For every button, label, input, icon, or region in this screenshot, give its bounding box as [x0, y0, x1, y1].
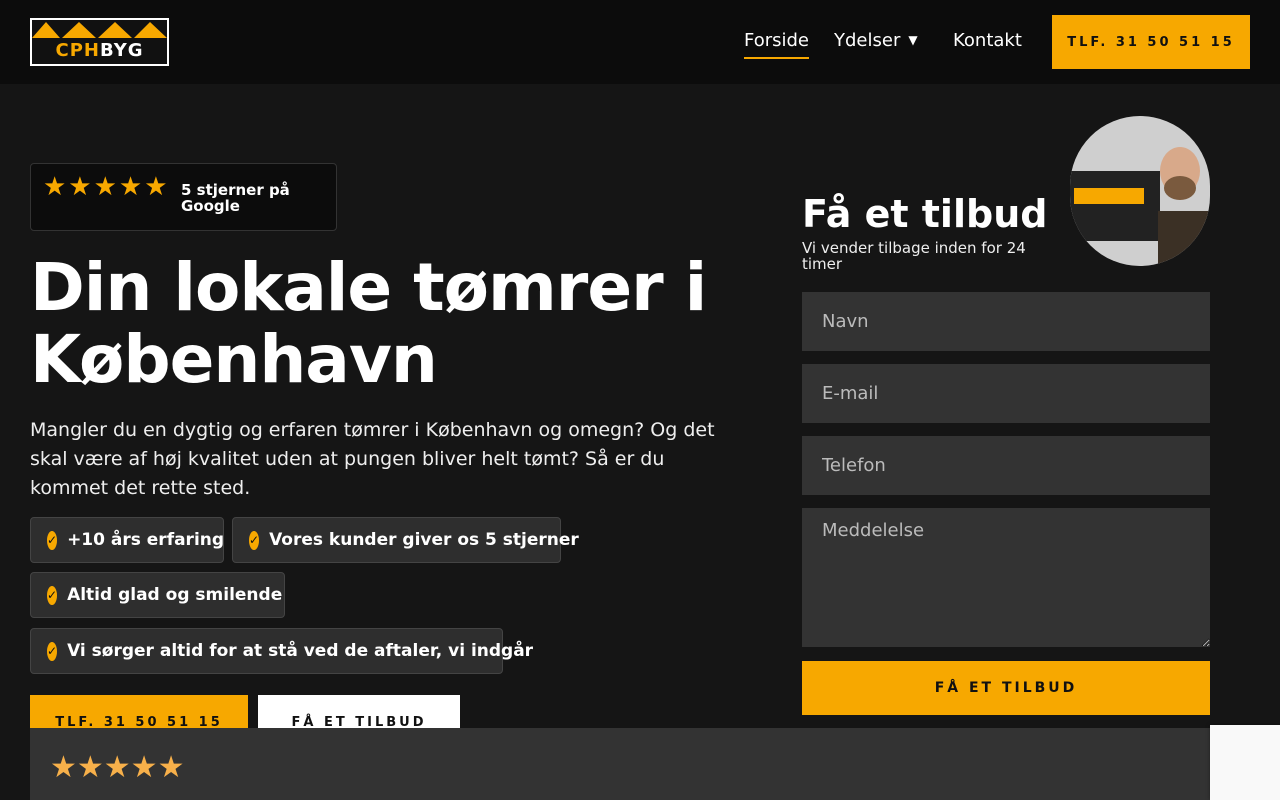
- hero-title: Din lokale tømrer i København: [30, 249, 707, 398]
- cphbyg-logo[interactable]: CPHBYG: [30, 18, 169, 66]
- benefit-label: +10 års erfaring: [67, 530, 225, 550]
- roof-icon: [32, 22, 167, 38]
- message-field[interactable]: [802, 508, 1210, 647]
- logo-text-cph: CPH: [55, 40, 100, 61]
- reviews-section: ★★★★★: [30, 728, 1250, 800]
- nav-ydelser-label: Ydelser: [834, 30, 901, 51]
- form-subtitle: Vi vender tilbage inden for 24 timer: [802, 239, 1026, 273]
- name-field[interactable]: [802, 292, 1210, 351]
- star-rating-icon: ★★★★★: [43, 172, 170, 202]
- header-phone-button[interactable]: TLF. 31 50 51 15: [1052, 15, 1250, 69]
- review-stars-icon: ★★★★★: [50, 750, 185, 785]
- phone-field[interactable]: [802, 436, 1210, 495]
- benefit-pill: ✓ +10 års erfaring: [30, 517, 224, 563]
- check-circle-icon: ✓: [47, 530, 58, 550]
- benefit-label: Vores kunder giver os 5 stjerner: [269, 530, 579, 550]
- google-rating-badge: ★★★★★ 5 stjerner på Google: [30, 163, 337, 231]
- check-circle-icon: ✓: [47, 641, 58, 661]
- email-field[interactable]: [802, 364, 1210, 423]
- logo-text-byg: BYG: [99, 40, 144, 61]
- recaptcha-badge[interactable]: [1210, 725, 1280, 800]
- hero-description: Mangler du en dygtig og erfaren tømrer i…: [30, 419, 715, 499]
- nav-kontakt[interactable]: Kontakt: [953, 30, 1022, 51]
- site-header: CPHBYG Forside Ydelser ▼ Kontakt TLF. 31 …: [0, 0, 1280, 84]
- nav-forside[interactable]: Forside: [744, 30, 810, 59]
- benefit-pill: ✓ Vi sørger altid for at stå ved de aftal…: [30, 628, 533, 674]
- carpenter-photo-icon: [1070, 116, 1210, 266]
- form-title: Få et tilbud: [802, 192, 1048, 236]
- benefit-pill: ✓ Vores kunder giver os 5 stjerner: [232, 517, 579, 563]
- form-submit-button[interactable]: FÅ ET TILBUD: [802, 661, 1210, 715]
- rating-text: 5 stjerner på Google: [181, 181, 290, 215]
- benefit-pill: ✓ Altid glad og smilende: [30, 572, 285, 618]
- benefit-label: Vi sørger altid for at stå ved de aftale…: [67, 641, 534, 661]
- carpenter-avatar: [1070, 116, 1210, 266]
- benefit-label: Altid glad og smilende: [67, 585, 283, 605]
- check-circle-icon: ✓: [249, 530, 260, 550]
- check-circle-icon: ✓: [47, 585, 58, 605]
- chevron-down-icon: ▼: [908, 33, 918, 47]
- nav-ydelser[interactable]: Ydelser ▼: [834, 30, 918, 51]
